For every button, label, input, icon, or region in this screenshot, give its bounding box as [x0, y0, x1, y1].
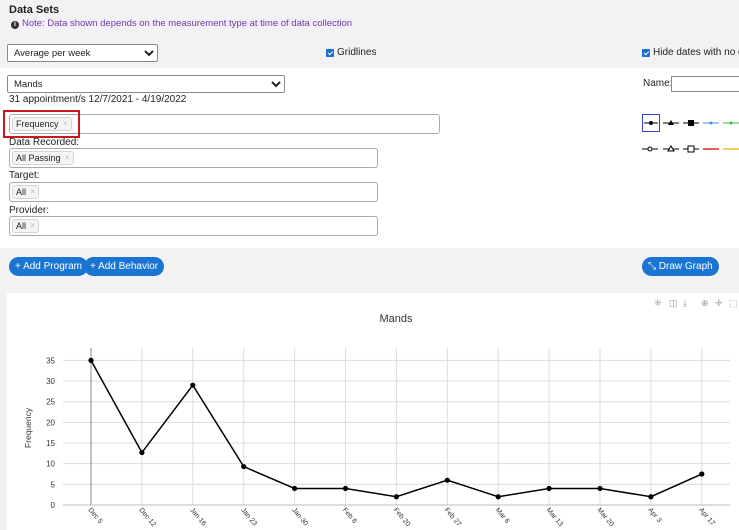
line-style-4[interactable]	[703, 115, 719, 131]
data-point[interactable]	[139, 449, 145, 456]
x-tick-label: Dec 12	[137, 507, 157, 529]
graph-icon: ⤡	[648, 261, 659, 272]
top-panel: Data Sets i Note: Data shown depends on t…	[0, 0, 739, 70]
gridlines-check-icon	[326, 48, 334, 57]
x-tick-label: Jan 16	[188, 507, 207, 528]
x-tick-label: Feb 6	[341, 507, 358, 525]
y-tick-label: 30	[46, 377, 55, 386]
provider-label: Provider:	[9, 205, 50, 216]
hide-dates-check-icon	[642, 48, 650, 57]
y-tick-label: 20	[46, 418, 55, 427]
data-point[interactable]	[495, 494, 501, 500]
data-point[interactable]	[393, 494, 399, 500]
gridlines-label: Gridlines	[337, 47, 377, 58]
measurement-note: i Note: Data shown depends on the measure…	[9, 18, 355, 29]
chart-ticks: 0 5 10 15 20 25 30 35 Dec 5 Dec 12 Jan 16 Jan 23 Jan…	[46, 356, 716, 528]
x-tick-label: Mar 13	[545, 507, 564, 528]
draw-graph-button[interactable]: ⤡ Draw Graph	[642, 257, 719, 276]
series-name-input[interactable]	[671, 76, 739, 92]
x-tick-label: Feb 27	[443, 507, 462, 528]
chart-title: Mands	[379, 313, 413, 325]
data-point[interactable]	[190, 382, 196, 388]
x-tick-label: Dec 5	[86, 507, 103, 526]
data-point[interactable]	[444, 477, 450, 483]
add-program-button[interactable]: + Add Program	[9, 257, 88, 276]
data-point[interactable]	[597, 485, 603, 492]
x-tick-label: Apr 17	[697, 507, 716, 527]
draw-graph-label: Draw Graph	[658, 261, 713, 272]
line-style-7[interactable]	[663, 141, 679, 157]
x-tick-label: Mar 20	[595, 507, 614, 528]
target-label: Target:	[9, 170, 40, 181]
line-style-3[interactable]	[683, 115, 699, 131]
data-recorded-label: Data Recorded:	[9, 137, 80, 148]
highlight-box	[3, 110, 80, 138]
add-behavior-button[interactable]: + Add Behavior	[84, 257, 165, 276]
line-style-10[interactable]	[723, 141, 739, 157]
y-tick-label: 35	[46, 356, 55, 365]
x-tick-label: Apr 3	[646, 507, 662, 524]
x-tick-label: Mar 6	[494, 507, 511, 525]
data-point[interactable]	[292, 485, 298, 492]
y-tick-label: 15	[46, 439, 55, 448]
info-icon: i	[11, 21, 19, 29]
gridlines-checkbox[interactable]: Gridlines	[326, 47, 376, 58]
target-chip[interactable]: All	[12, 185, 40, 199]
line-style-6[interactable]	[642, 141, 658, 157]
provider-field[interactable]: All	[9, 216, 378, 236]
data-point[interactable]	[699, 471, 705, 477]
note-text: Note: Data shown depends on the measurem…	[22, 18, 353, 29]
line-style-2[interactable]	[663, 115, 679, 131]
line-style-8[interactable]	[683, 141, 699, 157]
data-recorded-field[interactable]: All Passing	[9, 148, 378, 168]
name-label: Name:	[643, 78, 673, 89]
hide-dates-label: Hide dates with no da	[653, 47, 739, 58]
x-tick-label: Jan 23	[239, 507, 258, 528]
hide-dates-checkbox[interactable]: Hide dates with no da	[642, 47, 739, 58]
aggregate-select[interactable]: Average per week	[7, 44, 158, 62]
data-point[interactable]	[342, 485, 349, 492]
chart-grid	[63, 348, 730, 506]
y-tick-label: 25	[46, 398, 55, 407]
data-point[interactable]	[241, 463, 247, 470]
target-field[interactable]: All	[9, 182, 378, 202]
program-select[interactable]: Mands	[7, 75, 285, 93]
data-recorded-chip[interactable]: All Passing	[12, 151, 74, 165]
data-point[interactable]	[546, 485, 552, 492]
y-axis-label: Frequency	[23, 407, 33, 448]
line-chart: Mands Frequency 0 5 10 15 20 25 30 35 Dec 5 Dec 1…	[23, 313, 730, 528]
y-tick-label: 10	[46, 460, 55, 469]
x-tick-label: Jan 30	[290, 507, 309, 528]
data-point[interactable]	[648, 494, 654, 500]
line-style-5[interactable]	[723, 115, 739, 131]
appointments-summary: 31 appointment/s 12/7/2021 - 4/19/2022	[9, 94, 187, 105]
y-tick-label: 5	[51, 480, 56, 489]
page-title: Data Sets	[9, 4, 60, 16]
line-style-1[interactable]	[642, 114, 660, 132]
line-style-9[interactable]	[703, 141, 719, 157]
data-point[interactable]	[88, 357, 94, 363]
x-tick-label: Feb 20	[392, 507, 411, 528]
y-tick-label: 0	[51, 501, 56, 510]
provider-chip[interactable]: All	[12, 219, 40, 233]
dataset-panel: Mands 31 appointment/s 12/7/2021 - 4/19/…	[0, 68, 739, 248]
